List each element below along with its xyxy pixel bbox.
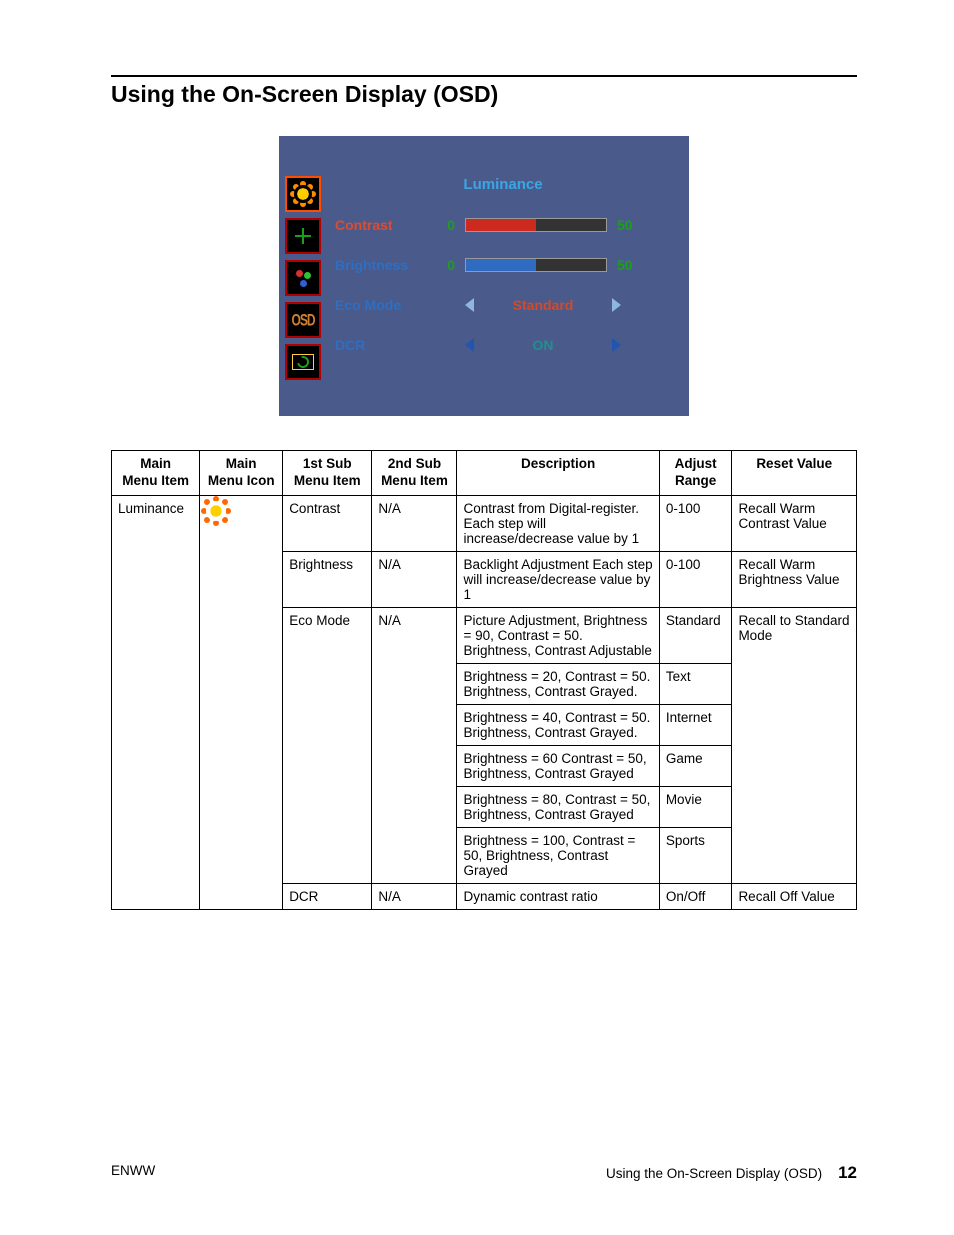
left-arrow-icon[interactable] — [465, 298, 474, 312]
osd-brightness-row[interactable]: Brightness 0 50 — [335, 245, 671, 285]
cell-desc: Brightness = 60 Contrast = 50, Brightnes… — [457, 745, 659, 786]
osd-eco-value: Standard — [484, 297, 602, 313]
cell-sub1: DCR — [283, 883, 372, 909]
cell-main-item: Luminance — [112, 495, 200, 909]
osd-brightness-min: 0 — [441, 257, 455, 273]
left-arrow-icon[interactable] — [465, 338, 474, 352]
osd-contrast-bar[interactable] — [465, 218, 607, 232]
cell-range: On/Off — [659, 883, 732, 909]
cell-reset: Recall to Standard Mode — [732, 607, 857, 883]
osd-eco-row[interactable]: Eco Mode Standard — [335, 285, 671, 325]
th-1st-sub: 1st SubMenu Item — [283, 451, 372, 496]
cell-range: 0-100 — [659, 495, 732, 551]
cell-desc: Brightness = 20, Contrast = 50. Brightne… — [457, 663, 659, 704]
th-range: AdjustRange — [659, 451, 732, 496]
cell-sub2: N/A — [372, 607, 457, 883]
osd-title: Luminance — [335, 176, 671, 193]
cell-sub1: Brightness — [283, 551, 372, 607]
cell-range: Game — [659, 745, 732, 786]
cell-range: 0-100 — [659, 551, 732, 607]
osd-contrast-value: 50 — [617, 217, 633, 233]
luminance-icon[interactable] — [285, 176, 321, 212]
th-desc: Description — [457, 451, 659, 496]
osd-reference-table: MainMenu Item MainMenu Icon 1st SubMenu … — [111, 450, 857, 910]
image-setup-icon[interactable] — [285, 218, 321, 254]
osd-contrast-min: 0 — [441, 217, 455, 233]
osd-contrast-row[interactable]: Contrast 0 50 — [335, 205, 671, 245]
cell-sub2: N/A — [372, 883, 457, 909]
cell-sub2: N/A — [372, 551, 457, 607]
footer-section-title: Using the On-Screen Display (OSD) — [606, 1166, 822, 1181]
section-heading: Using the On-Screen Display (OSD) — [111, 81, 857, 108]
cell-desc: Brightness = 100, Contrast = 50, Brightn… — [457, 827, 659, 883]
th-main-icon: MainMenu Icon — [200, 451, 283, 496]
cell-desc: Dynamic contrast ratio — [457, 883, 659, 909]
cell-desc: Brightness = 80, Contrast = 50, Brightne… — [457, 786, 659, 827]
table-row: Luminance Contrast N/A Contrast from Dig… — [112, 495, 857, 551]
osd-dcr-value: ON — [484, 337, 602, 353]
osd-contrast-label: Contrast — [335, 217, 431, 233]
footer-left: ENWW — [111, 1163, 155, 1183]
cell-main-icon — [200, 495, 283, 909]
osd-setup-icon[interactable]: OSD — [285, 302, 321, 338]
cell-sub2: N/A — [372, 495, 457, 551]
cell-range: Internet — [659, 704, 732, 745]
luminance-icon — [206, 501, 226, 521]
osd-eco-label: Eco Mode — [335, 297, 431, 313]
osd-brightness-label: Brightness — [335, 257, 431, 273]
osd-dcr-label: DCR — [335, 337, 431, 353]
right-arrow-icon[interactable] — [612, 338, 621, 352]
cell-range: Movie — [659, 786, 732, 827]
cell-reset: Recall Off Value — [732, 883, 857, 909]
page-number: 12 — [838, 1163, 857, 1183]
th-2nd-sub: 2nd SubMenu Item — [372, 451, 457, 496]
cell-range: Text — [659, 663, 732, 704]
osd-panel: OSD Luminance Contrast 0 50 Brightness 0 — [279, 136, 689, 416]
cell-desc: Backlight Adjustment Each step will incr… — [457, 551, 659, 607]
cell-sub1: Contrast — [283, 495, 372, 551]
page-footer: ENWW Using the On-Screen Display (OSD) 1… — [111, 1163, 857, 1183]
th-main-item: MainMenu Item — [112, 451, 200, 496]
cell-range: Sports — [659, 827, 732, 883]
cell-desc: Picture Adjustment, Brightness = 90, Con… — [457, 607, 659, 663]
extra-icon[interactable] — [285, 344, 321, 380]
osd-tab-strip: OSD — [279, 170, 329, 386]
cell-reset: Recall Warm Contrast Value — [732, 495, 857, 551]
osd-dcr-row[interactable]: DCR ON — [335, 325, 671, 365]
cell-desc: Brightness = 40, Contrast = 50. Brightne… — [457, 704, 659, 745]
th-reset: Reset Value — [732, 451, 857, 496]
cell-reset: Recall Warm Brightness Value — [732, 551, 857, 607]
cell-sub1: Eco Mode — [283, 607, 372, 883]
cell-range: Standard — [659, 607, 732, 663]
osd-brightness-value: 50 — [617, 257, 633, 273]
right-arrow-icon[interactable] — [612, 298, 621, 312]
osd-brightness-bar[interactable] — [465, 258, 607, 272]
color-temp-icon[interactable] — [285, 260, 321, 296]
cell-desc: Contrast from Digital-register. Each ste… — [457, 495, 659, 551]
